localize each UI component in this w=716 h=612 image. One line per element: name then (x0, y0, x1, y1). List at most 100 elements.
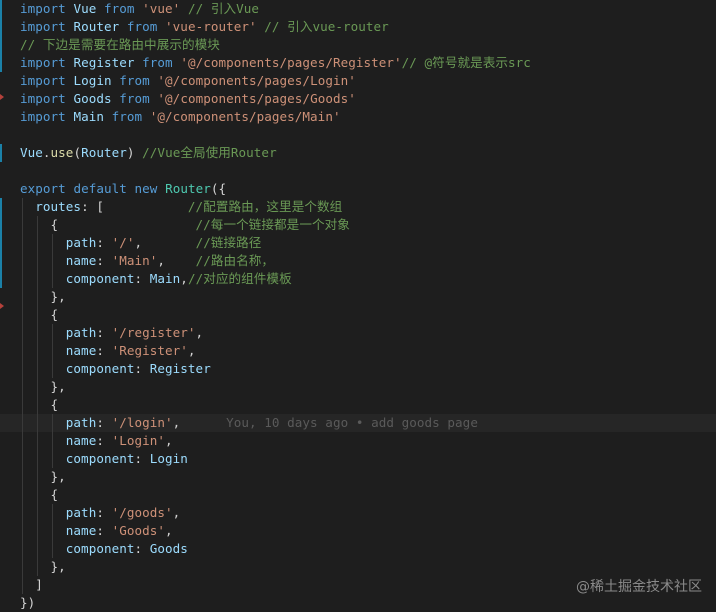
code-token: from (119, 91, 150, 106)
git-deleted-marker (0, 303, 4, 309)
watermark: @稀土掘金技术社区 (576, 579, 702, 595)
code-token: import (20, 1, 66, 16)
code-token: : [ (81, 199, 188, 214)
indent-guide (22, 198, 23, 594)
code-line[interactable]: { //每一个链接都是一个对象 (20, 216, 350, 234)
code-token: : (96, 433, 112, 448)
code-line[interactable]: component: Register (20, 360, 211, 378)
code-token: Vue (73, 1, 97, 16)
code-token: path (65, 325, 97, 340)
code-comment: // 引入Vue (187, 1, 260, 16)
code-line[interactable]: { (20, 486, 59, 504)
code-line[interactable]: component: Main,//对应的组件模板 (20, 270, 292, 288)
code-token: import (20, 19, 66, 34)
code-token: ) (126, 145, 135, 160)
code-line[interactable]: { (20, 306, 59, 324)
code-line[interactable]: }, (20, 468, 66, 486)
code-token: from (142, 55, 173, 70)
code-comment: //Vue全局使用Router (142, 145, 277, 160)
code-line[interactable]: }, (20, 378, 66, 396)
code-token: 'Main' (111, 253, 158, 268)
code-token: ( (73, 145, 82, 160)
code-token: name (65, 343, 97, 358)
code-token: import (20, 109, 66, 124)
code-comment: // 下边是需要在路由中展示的模块 (20, 37, 220, 52)
code-token: 'Register' (111, 343, 188, 358)
code-line[interactable]: name: 'Goods', (20, 522, 173, 540)
code-line[interactable]: ] (20, 576, 43, 594)
code-token: ({ (210, 181, 227, 196)
code-token: new (134, 181, 158, 196)
code-token: : (96, 415, 112, 430)
code-token: Goods (149, 541, 188, 556)
git-blame-annotation: You, 10 days ago • add goods page (180, 415, 478, 430)
code-token: }, (20, 289, 66, 304)
code-line[interactable]: import Router from 'vue-router' // 引入vue… (20, 18, 389, 36)
code-token: Register (73, 55, 135, 70)
code-line[interactable]: import Login from '@/components/pages/Lo… (20, 72, 356, 90)
code-line[interactable]: name: 'Register', (20, 342, 196, 360)
code-token: from (126, 19, 158, 34)
code-token: Vue (20, 145, 43, 160)
code-line[interactable]: component: Goods (20, 540, 188, 558)
code-line[interactable]: import Main from '@/components/pages/Mai… (20, 108, 341, 126)
git-modified-marker (0, 198, 2, 288)
code-token: , (134, 235, 196, 250)
code-token: }, (20, 469, 66, 484)
code-token: , (165, 523, 173, 538)
code-token: 'Login' (111, 433, 166, 448)
code-token: }, (20, 379, 66, 394)
code-line[interactable]: }, (20, 288, 66, 306)
code-token: component (65, 361, 135, 376)
code-line[interactable]: component: Login (20, 450, 188, 468)
code-line[interactable]: path: '/', //链接路径 (20, 234, 262, 252)
code-token: import (20, 55, 66, 70)
code-token: path (65, 505, 97, 520)
code-line[interactable]: Vue.use(Router) //Vue全局使用Router (20, 144, 277, 162)
code-token: Main (73, 109, 104, 124)
code-token: '@/components/pages/Register' (180, 55, 402, 70)
code-token: default (73, 181, 127, 196)
code-editor[interactable]: import Vue from 'vue' // 引入Vue import Rou… (0, 0, 716, 612)
code-token: { (20, 307, 59, 322)
code-line[interactable]: path: '/goods', (20, 504, 180, 522)
code-token: : (134, 451, 150, 466)
code-token: import (20, 73, 66, 88)
code-token: : (134, 271, 150, 286)
code-line[interactable]: name: 'Main', //路由名称， (20, 252, 274, 270)
code-line[interactable]: { (20, 396, 59, 414)
code-line[interactable]: import Vue from 'vue' // 引入Vue (20, 0, 259, 18)
code-line[interactable]: path: '/login', You, 10 days ago • add g… (0, 414, 716, 432)
code-token: { (20, 487, 59, 502)
code-line[interactable]: }) (20, 594, 35, 612)
code-line[interactable]: import Goods from '@/components/pages/Go… (20, 90, 356, 108)
code-line[interactable]: path: '/register', (20, 324, 203, 342)
code-line[interactable]: import Register from '@/components/pages… (20, 54, 531, 72)
code-token: '@/components/pages/Goods' (157, 91, 356, 106)
code-line[interactable]: routes: [ //配置路由，这里是个数组 (20, 198, 342, 216)
code-line[interactable]: // 下边是需要在路由中展示的模块 (20, 36, 220, 54)
indent-guide (52, 414, 53, 468)
code-token: name (65, 523, 97, 538)
code-token: : (96, 325, 112, 340)
code-token: , (157, 253, 196, 268)
code-token: Router (81, 145, 127, 160)
code-token: , (180, 271, 188, 286)
code-token: Main (149, 271, 181, 286)
code-line[interactable]: name: 'Login', (20, 432, 173, 450)
code-token: : (134, 541, 150, 556)
code-token: Login (73, 73, 112, 88)
code-line[interactable]: export default new Router({ (20, 180, 226, 198)
code-line[interactable]: }, (20, 558, 66, 576)
